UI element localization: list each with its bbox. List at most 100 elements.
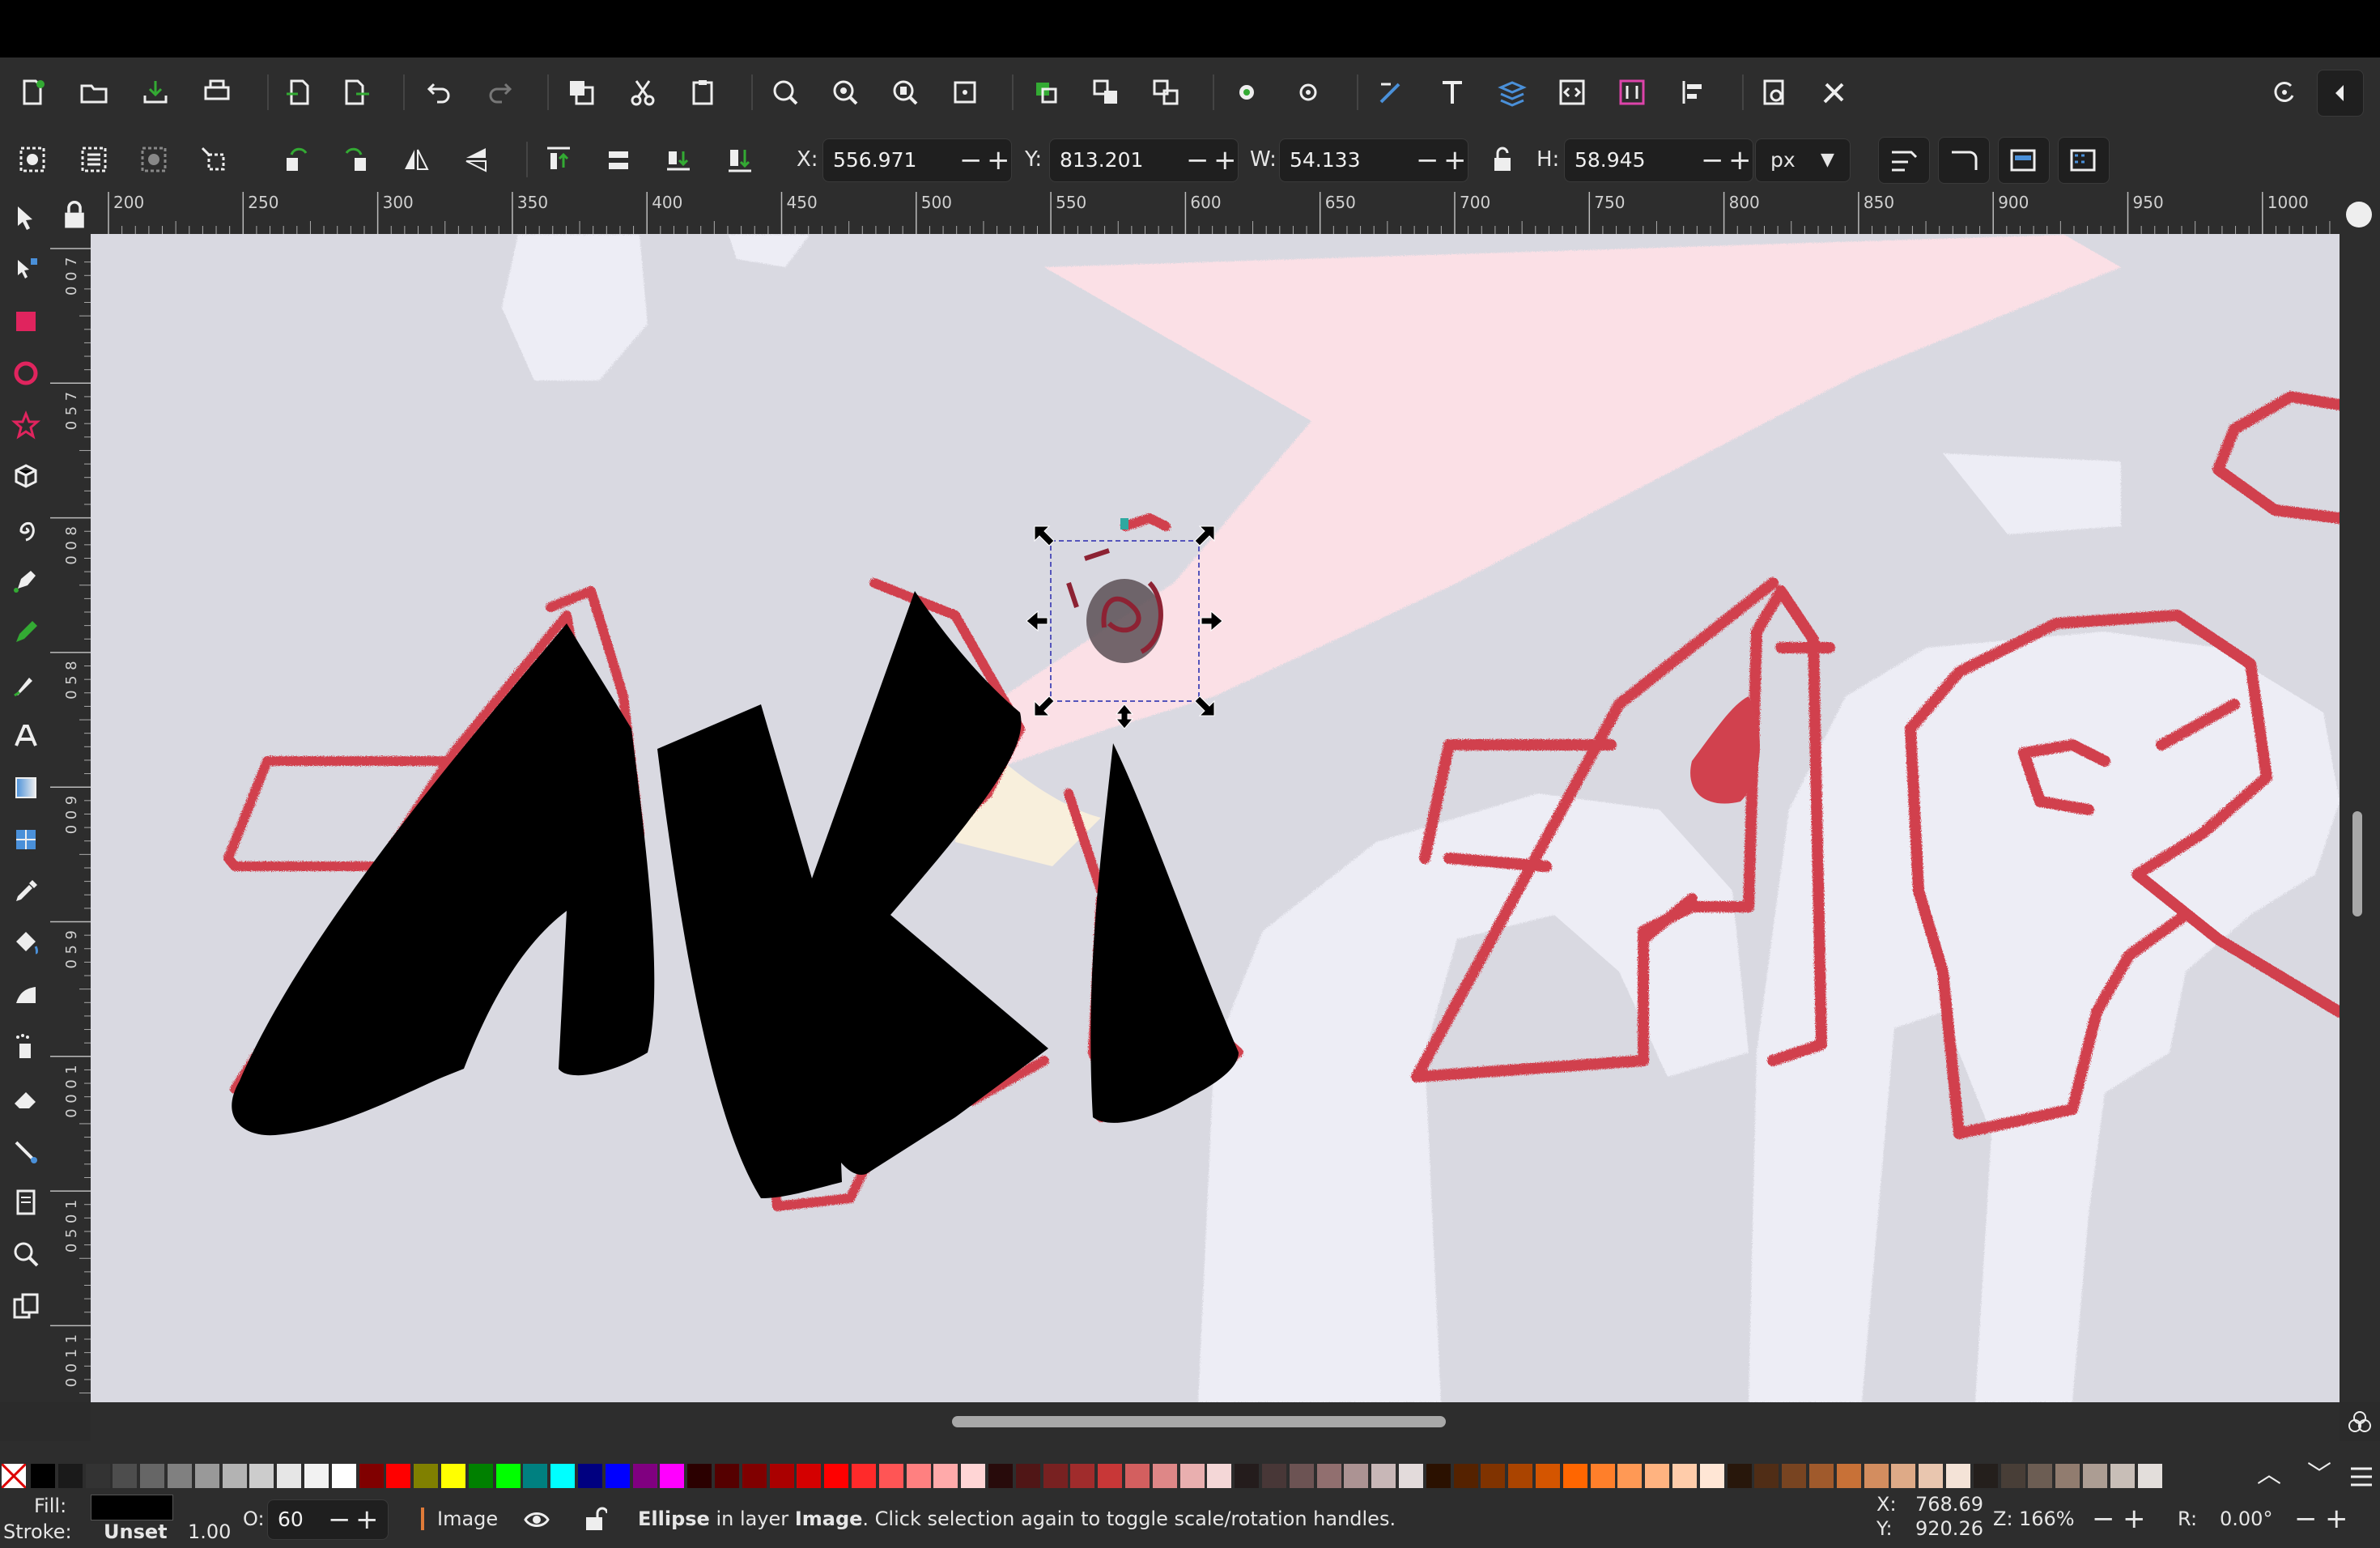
objects-icon[interactable] (1616, 76, 1648, 108)
palette-swatch[interactable] (660, 1464, 685, 1488)
palette-swatch[interactable] (1235, 1464, 1260, 1488)
zoom-correction-icon[interactable] (2346, 202, 2372, 228)
stroke-width[interactable]: 1.00 (188, 1520, 231, 1543)
pencil-tool-icon[interactable] (10, 616, 42, 649)
select-all-layers-icon[interactable] (78, 143, 110, 176)
zoom-value[interactable]: 166% (2019, 1508, 2075, 1530)
palette-swatch[interactable] (1316, 1464, 1341, 1488)
rotation-increment[interactable]: + (2325, 1503, 2348, 1535)
color-manage-icon[interactable] (2348, 1410, 2372, 1434)
unlock-icon[interactable] (583, 1506, 609, 1532)
rotation-decrement[interactable]: − (2294, 1503, 2318, 1535)
vertical-scroll-thumb[interactable] (2352, 811, 2362, 916)
undo-icon[interactable] (423, 76, 455, 108)
palette-swatch[interactable] (113, 1464, 138, 1488)
text-font-icon[interactable] (1436, 76, 1468, 108)
palette-swatch[interactable] (414, 1464, 439, 1488)
palette-swatch[interactable] (824, 1464, 849, 1488)
zoom-decrement[interactable]: − (2092, 1503, 2115, 1535)
zoom-center-icon[interactable] (949, 76, 981, 108)
move-gradients-button[interactable] (1998, 137, 2050, 184)
measure-tool-icon[interactable] (10, 1290, 42, 1322)
palette-swatch[interactable] (1289, 1464, 1314, 1488)
cut-icon[interactable] (627, 76, 659, 108)
palette-swatch[interactable] (1864, 1464, 1889, 1488)
palette-swatch[interactable] (1645, 1464, 1670, 1488)
palette-swatch[interactable] (1015, 1464, 1040, 1488)
palette-swatch[interactable] (988, 1464, 1013, 1488)
unit-select[interactable]: px ▼ (1755, 138, 1851, 182)
palette-swatch[interactable] (1562, 1464, 1587, 1488)
palette-swatch[interactable] (933, 1464, 958, 1488)
palette-swatch[interactable] (1836, 1464, 1861, 1488)
palette-swatch[interactable] (578, 1464, 602, 1488)
pages-tool-icon[interactable] (10, 1186, 42, 1218)
palette-swatch[interactable] (523, 1464, 548, 1488)
opacity-input[interactable]: 60 − + (267, 1499, 389, 1540)
palette-swatch[interactable] (632, 1464, 657, 1488)
export-icon[interactable] (340, 76, 372, 108)
palette-swatch[interactable] (277, 1464, 302, 1488)
eye-icon[interactable] (523, 1508, 550, 1532)
palette-swatch[interactable] (1891, 1464, 1916, 1488)
palette-swatch[interactable] (1152, 1464, 1177, 1488)
paste-icon[interactable] (686, 76, 719, 108)
palette-swatch[interactable] (1070, 1464, 1095, 1488)
palette-swatch[interactable] (1399, 1464, 1423, 1488)
palette-swatch[interactable] (1371, 1464, 1396, 1488)
x-increment[interactable]: + (987, 144, 1010, 176)
ungroup-icon[interactable] (1090, 76, 1122, 108)
h-decrement[interactable]: − (1701, 144, 1724, 176)
y-increment[interactable]: + (1213, 144, 1237, 176)
palette-swatch[interactable] (359, 1464, 384, 1488)
palette-swatch[interactable] (1617, 1464, 1643, 1488)
palette-swatch[interactable] (1043, 1464, 1068, 1488)
node-tool-icon[interactable] (10, 253, 42, 286)
palette-swatch[interactable] (1481, 1464, 1506, 1488)
palette-swatch[interactable] (2055, 1464, 2080, 1488)
import-icon[interactable] (282, 76, 314, 108)
3d-box-tool-icon[interactable] (10, 461, 42, 493)
open-icon[interactable] (78, 76, 110, 108)
pen-tool-icon[interactable] (10, 564, 42, 597)
palette-swatch[interactable] (168, 1464, 192, 1488)
palette-swatch[interactable] (769, 1464, 794, 1488)
star-tool-icon[interactable] (10, 409, 42, 441)
h-input[interactable]: 58.945 − + (1564, 138, 1753, 182)
paint-bucket-tool-icon[interactable] (10, 927, 42, 959)
palette-swatch[interactable] (2000, 1464, 2025, 1488)
layers-icon[interactable] (1496, 76, 1528, 108)
spiral-tool-icon[interactable] (10, 512, 42, 545)
horizontal-ruler[interactable]: 200 250 300 350 400 450 500 550 600 650 700 750 800 8… (91, 192, 2340, 234)
palette-swatch[interactable] (1754, 1464, 1779, 1488)
y-decrement[interactable]: − (1186, 144, 1209, 176)
palette-swatch[interactable] (2083, 1464, 2107, 1488)
x-decrement[interactable]: − (959, 144, 983, 176)
clone-icon[interactable] (1150, 76, 1182, 108)
palette-swatch[interactable] (1946, 1464, 1970, 1488)
transform-icon[interactable] (198, 143, 230, 176)
flip-horizontal-icon[interactable] (400, 143, 432, 176)
x-input[interactable]: 556.971 − + (822, 138, 1012, 182)
zoom-tool-icon[interactable] (10, 1238, 42, 1270)
palette-swatch[interactable] (1699, 1464, 1724, 1488)
palette-swatch[interactable] (1179, 1464, 1205, 1488)
rotation-center-handle[interactable] (1120, 518, 1128, 529)
zoom-drawing-icon[interactable] (829, 76, 861, 108)
palette-swatch[interactable] (2028, 1464, 2053, 1488)
layer-name[interactable]: Image (437, 1508, 498, 1530)
w-input[interactable]: 54.133 − + (1279, 138, 1468, 182)
palette-swatch[interactable] (331, 1464, 356, 1488)
w-increment[interactable]: + (1443, 144, 1467, 176)
palette-swatch[interactable] (495, 1464, 521, 1488)
lock-guides-icon[interactable] (58, 198, 84, 228)
no-paint-swatch[interactable] (0, 1462, 28, 1490)
w-decrement[interactable]: − (1416, 144, 1439, 176)
node-icon[interactable] (1230, 76, 1263, 108)
h-increment[interactable]: + (1728, 144, 1752, 176)
palette-swatch[interactable] (797, 1464, 822, 1488)
mesh-tool-icon[interactable] (10, 823, 42, 856)
palette-swatch[interactable] (1973, 1464, 1998, 1488)
text-tool-icon[interactable] (10, 720, 42, 752)
selected-ellipse[interactable] (1086, 579, 1162, 663)
